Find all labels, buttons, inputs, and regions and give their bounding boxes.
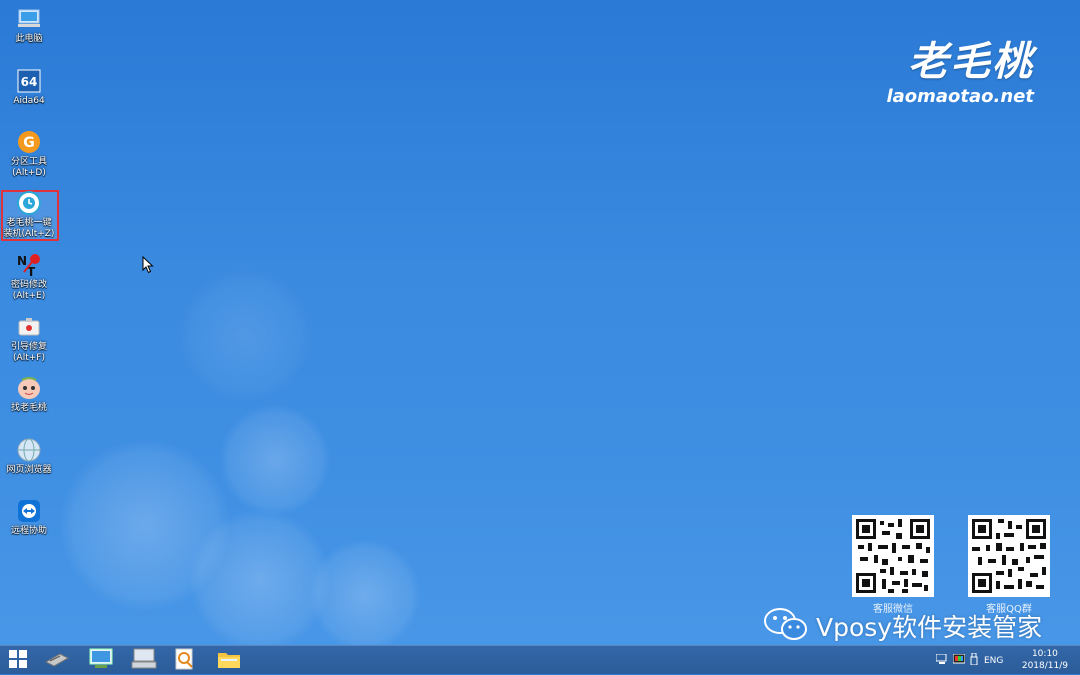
taskbar-clock[interactable]: 10:10 2018/11/9 (1022, 648, 1068, 672)
display-color-icon[interactable] (952, 653, 966, 668)
language-indicator[interactable]: ENG (984, 656, 1003, 666)
peach-icon (16, 375, 42, 401)
desktop-icon-password-change[interactable]: NT 密码修改 (Alt+E) (2, 252, 56, 302)
teamviewer-icon (16, 498, 42, 524)
desktop-icon-label: 分区工具 (Alt+D) (10, 157, 47, 178)
desktop-icon-find-laomaotao[interactable]: 找老毛桃 (2, 375, 56, 414)
desktop-icon-boot-repair[interactable]: 引导修复 (Alt+F) (2, 314, 56, 364)
svg-text:G: G (23, 135, 35, 151)
watermark: Vposy软件安装管家 (762, 606, 1042, 645)
boot-repair-icon (16, 314, 42, 340)
clock-date: 2018/11/9 (1021, 661, 1068, 671)
folder-icon (217, 649, 241, 673)
watermark-text: Vposy软件安装管家 (816, 613, 1043, 642)
install-icon (16, 190, 42, 216)
taskbar-keyboard-button[interactable] (129, 648, 159, 673)
desktop[interactable]: 此电脑 64 Aida64 G 分区工具 (Alt+D) 老毛桃一键 装机(Al… (0, 0, 1080, 645)
desktop-icon-this-pc[interactable]: 此电脑 (2, 6, 56, 45)
wechat-icon (762, 606, 810, 645)
brand-logo-cn: 老毛桃 (908, 38, 1034, 85)
qr-code-wechat (852, 515, 934, 597)
aida64-icon: 64 (16, 68, 42, 94)
system-tray: ENG (935, 646, 1003, 675)
taskbar-computer-button[interactable] (86, 648, 116, 673)
desktop-icon-label: 网页浏览器 (6, 465, 52, 475)
windows-start-icon (9, 649, 27, 672)
desktop-icon-label: 找老毛桃 (10, 403, 47, 413)
desktop-icon-partition-tool[interactable]: G 分区工具 (Alt+D) (2, 129, 56, 179)
desktop-icon-remote-assist[interactable]: 远程协助 (2, 498, 56, 537)
desktop-icon-label: 密码修改 (Alt+E) (10, 280, 47, 301)
taskbar-search-tool-button[interactable] (170, 648, 200, 673)
search-tool-icon (174, 648, 196, 674)
ntpwd-icon: NT (16, 252, 42, 278)
desktop-icon-web-browser[interactable]: 网页浏览器 (2, 437, 56, 476)
hardware-icon (44, 650, 70, 672)
brand-logo: 老毛桃 laomaotao.net (886, 40, 1034, 108)
usb-icon[interactable] (970, 652, 978, 668)
desktop-icon-label: 老毛桃一键 装机(Alt+Z) (3, 218, 55, 239)
mouse-cursor-icon (142, 255, 154, 278)
partition-icon: G (16, 129, 42, 155)
desktop-icon-one-click-install[interactable]: 老毛桃一键 装机(Alt+Z) (2, 190, 56, 240)
computer-monitor-icon (89, 648, 113, 674)
desktop-icon-aida64[interactable]: 64 Aida64 (2, 68, 56, 107)
clock-time: 10:10 (1031, 649, 1058, 659)
keyboard-icon (131, 648, 157, 674)
computer-icon (16, 6, 42, 32)
brand-logo-en: laomaotao.net (886, 86, 1034, 107)
desktop-icon-label: 远程协助 (10, 526, 47, 536)
qr-code-qq-group (968, 515, 1050, 597)
svg-text:64: 64 (21, 75, 38, 89)
taskbar-hardware-button[interactable] (42, 648, 72, 673)
start-button[interactable] (3, 648, 33, 673)
taskbar-folder-button[interactable] (214, 648, 244, 673)
globe-icon (16, 437, 42, 463)
desktop-icon-label: 引导修复 (Alt+F) (10, 342, 47, 363)
desktop-icon-label: Aida64 (13, 96, 45, 106)
taskbar: ENG 10:10 2018/11/9 (0, 645, 1080, 674)
network-icon[interactable] (935, 653, 948, 668)
desktop-icon-label: 此电脑 (15, 34, 43, 44)
svg-text:N: N (17, 254, 27, 268)
